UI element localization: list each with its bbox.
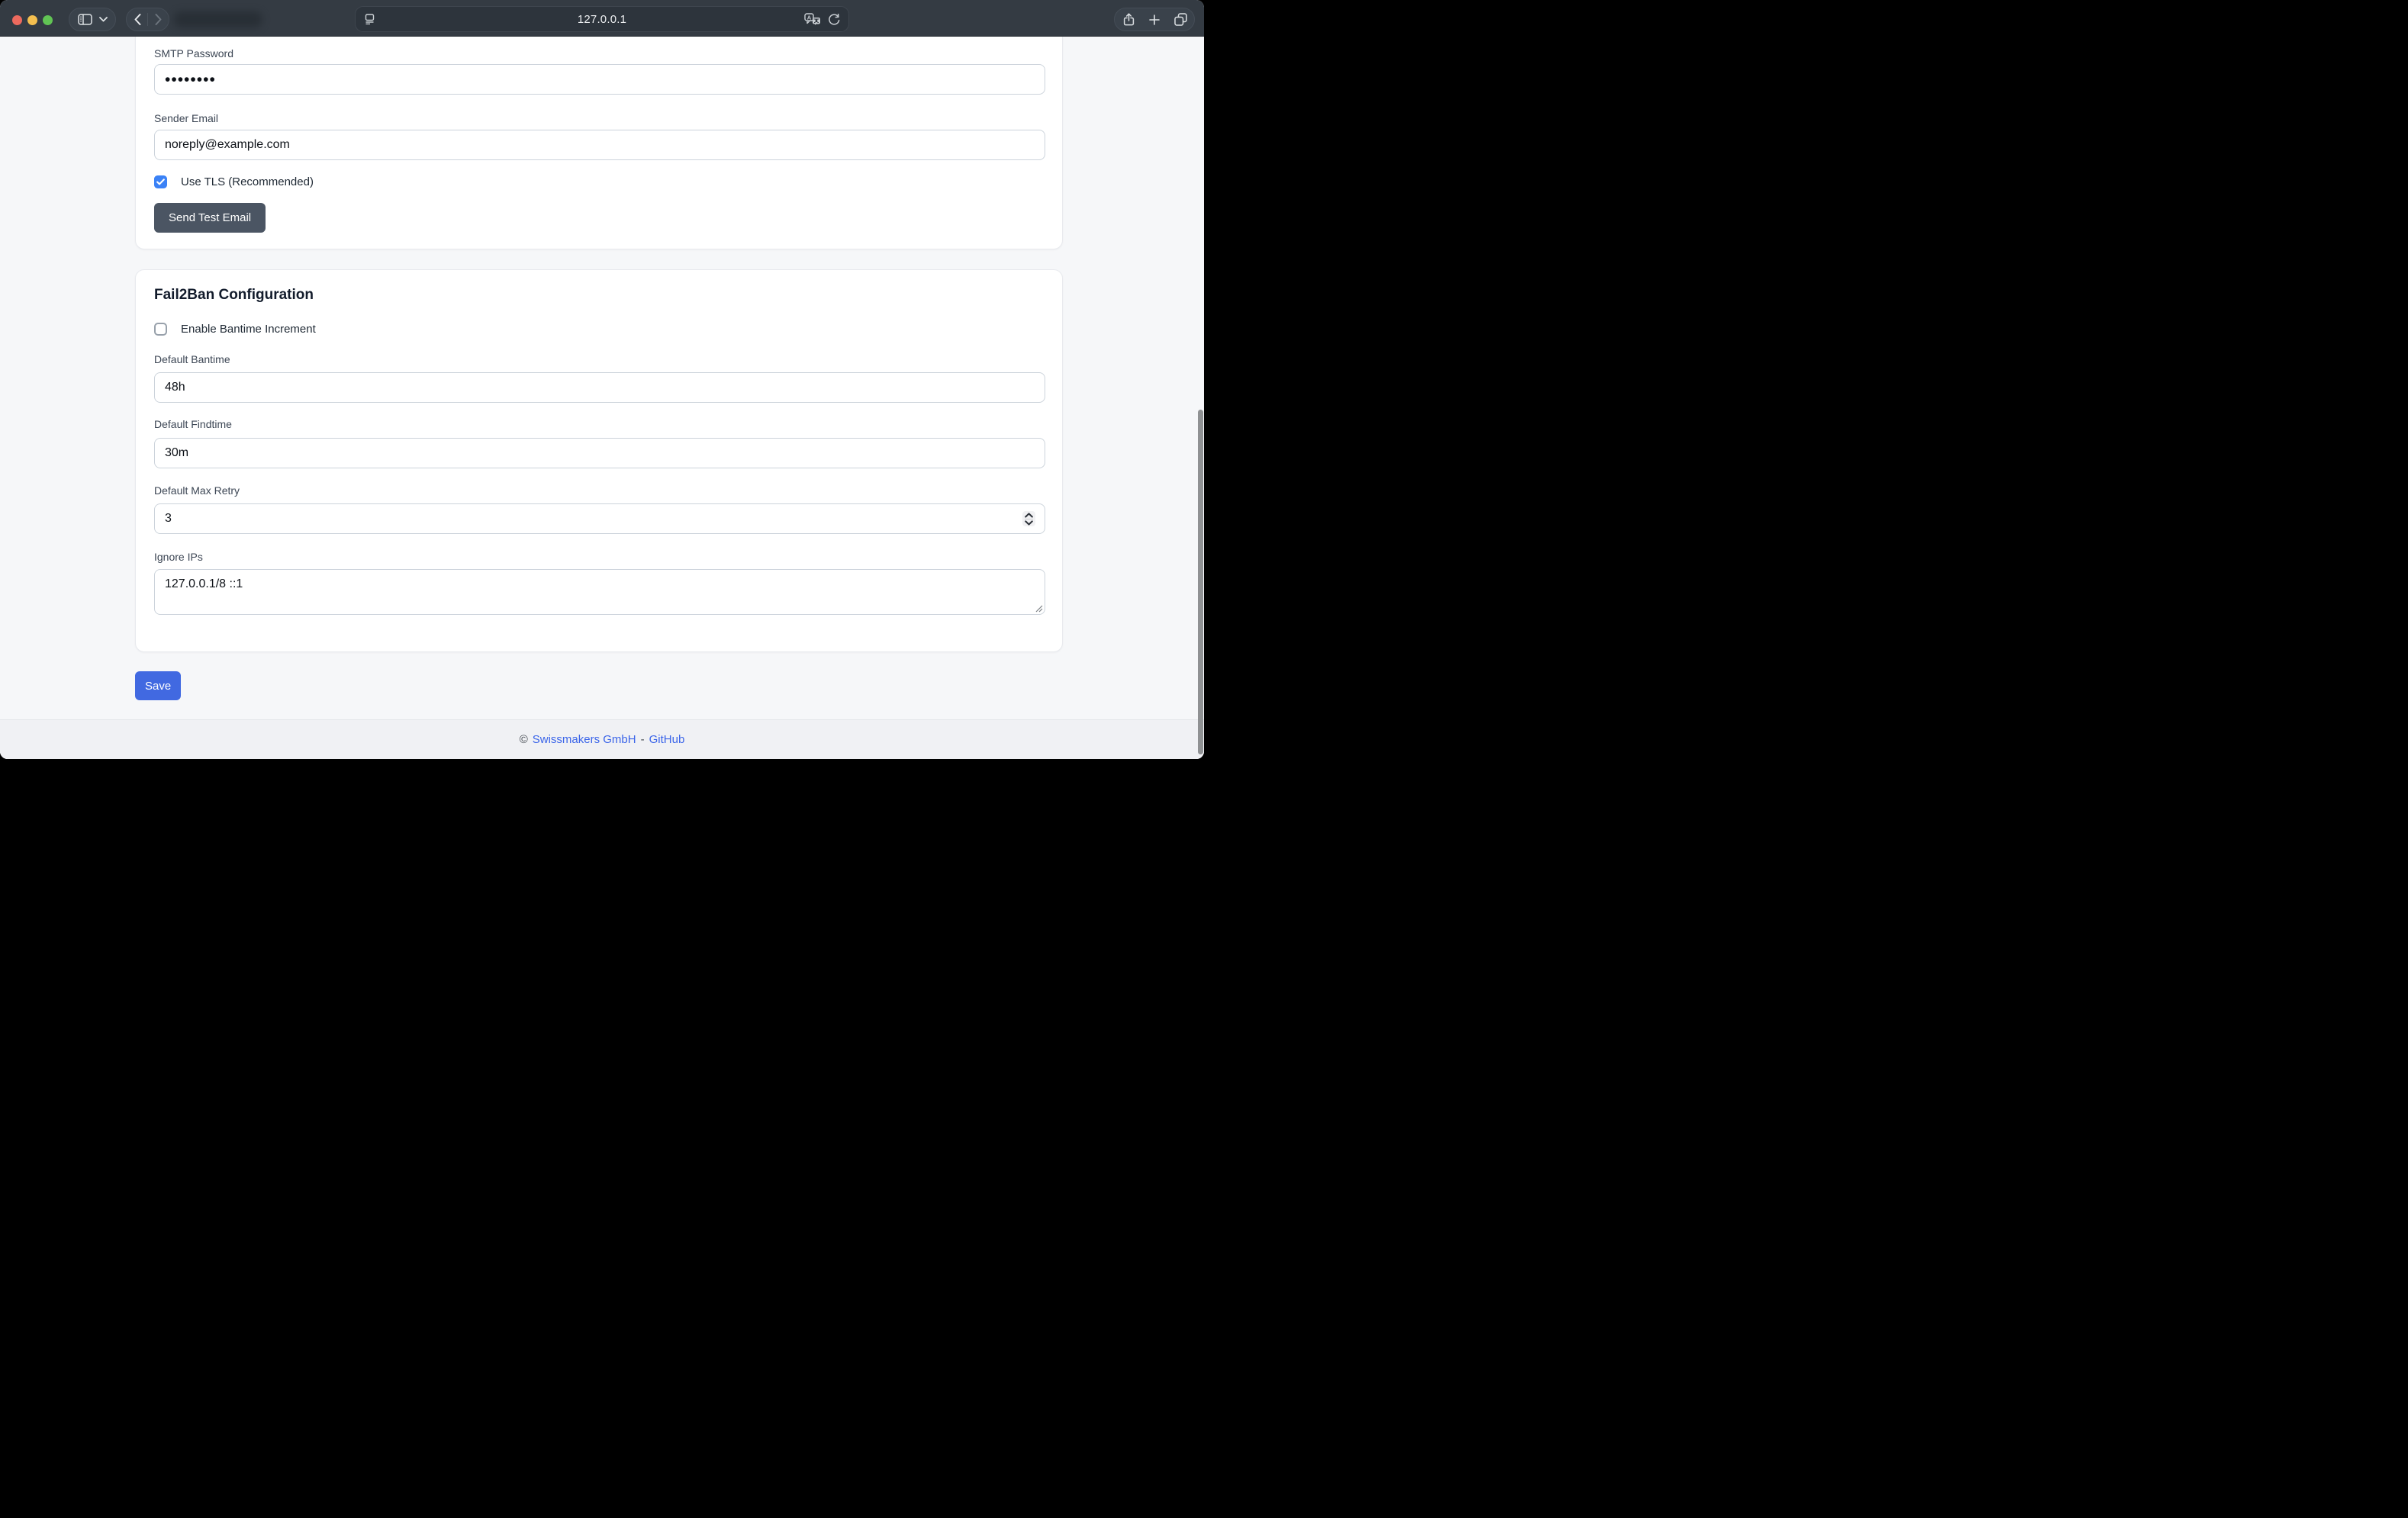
minimize-window-button[interactable] <box>27 15 37 25</box>
close-window-button[interactable] <box>12 15 22 25</box>
browser-toolbar: 127.0.0.1 A <box>0 0 1204 37</box>
ignore-ips-textarea[interactable]: 127.0.0.1/8 ::1 <box>154 569 1045 615</box>
default-bantime-label: Default Bantime <box>154 352 230 366</box>
default-max-retry-input[interactable] <box>154 503 1045 534</box>
forward-button[interactable] <box>148 8 168 31</box>
default-max-retry-label: Default Max Retry <box>154 484 240 497</box>
svg-text:A: A <box>807 14 812 21</box>
resize-handle-icon[interactable] <box>1035 604 1043 613</box>
tab-overview-icon <box>1174 13 1187 26</box>
tab-overview-button[interactable] <box>1167 8 1193 31</box>
blurred-text <box>174 11 262 27</box>
github-link[interactable]: GitHub <box>649 733 685 746</box>
chevron-left-icon <box>134 14 141 25</box>
share-icon <box>1123 13 1135 26</box>
reload-icon <box>828 13 840 26</box>
sidebar-icon <box>78 14 92 25</box>
fail2ban-card: Fail2Ban Configuration Enable Bantime In… <box>135 269 1063 652</box>
smtp-password-input[interactable] <box>154 64 1045 95</box>
plus-icon <box>1149 14 1160 25</box>
footer-separator: - <box>641 733 645 746</box>
ignore-ips-label: Ignore IPs <box>154 550 203 564</box>
browser-window: 127.0.0.1 A <box>0 0 1204 759</box>
send-test-email-button[interactable]: Send Test Email <box>154 203 266 233</box>
address-bar[interactable]: 127.0.0.1 A <box>355 6 849 32</box>
chevron-down-icon <box>1025 520 1033 526</box>
default-findtime-input[interactable] <box>154 438 1045 468</box>
fail2ban-title: Fail2Ban Configuration <box>154 287 314 304</box>
chevron-down-icon <box>99 17 108 22</box>
enable-bantime-increment-checkbox[interactable] <box>154 323 167 336</box>
company-link[interactable]: Swissmakers GmbH <box>533 733 636 746</box>
toolbar-right-actions <box>1114 8 1195 31</box>
chevron-up-icon <box>1025 513 1033 518</box>
share-button[interactable] <box>1115 8 1141 31</box>
checkmark-icon <box>156 178 165 185</box>
default-bantime-input[interactable] <box>154 372 1045 403</box>
new-tab-button[interactable] <box>1141 8 1167 31</box>
reload-button[interactable] <box>828 13 840 26</box>
use-tls-checkbox[interactable] <box>154 175 167 188</box>
fullscreen-window-button[interactable] <box>43 15 53 25</box>
translate-icon: A <box>804 13 821 26</box>
page-content: SMTP Password Sender Email Use TLS (Reco… <box>0 37 1204 759</box>
back-button[interactable] <box>127 8 147 31</box>
scrollbar-thumb[interactable] <box>1198 410 1203 754</box>
copyright-symbol: © <box>520 733 528 746</box>
save-button[interactable]: Save <box>135 671 181 700</box>
page-footer: © Swissmakers GmbH - GitHub <box>0 719 1204 759</box>
sidebar-toggle-button[interactable] <box>69 8 116 31</box>
use-tls-label: Use TLS (Recommended) <box>181 175 314 188</box>
enable-bantime-increment-label: Enable Bantime Increment <box>181 323 316 336</box>
navigation-buttons <box>126 8 169 31</box>
smtp-settings-card: SMTP Password Sender Email Use TLS (Reco… <box>135 37 1063 249</box>
smtp-password-label: SMTP Password <box>154 47 233 60</box>
chevron-right-icon <box>155 14 162 25</box>
default-findtime-label: Default Findtime <box>154 417 232 431</box>
sender-email-label: Sender Email <box>154 111 218 125</box>
translate-button[interactable]: A <box>804 13 821 26</box>
url-text: 127.0.0.1 <box>356 13 848 26</box>
number-stepper[interactable] <box>1022 511 1035 526</box>
address-bar-actions: A <box>804 7 840 31</box>
sender-email-input[interactable] <box>154 130 1045 160</box>
